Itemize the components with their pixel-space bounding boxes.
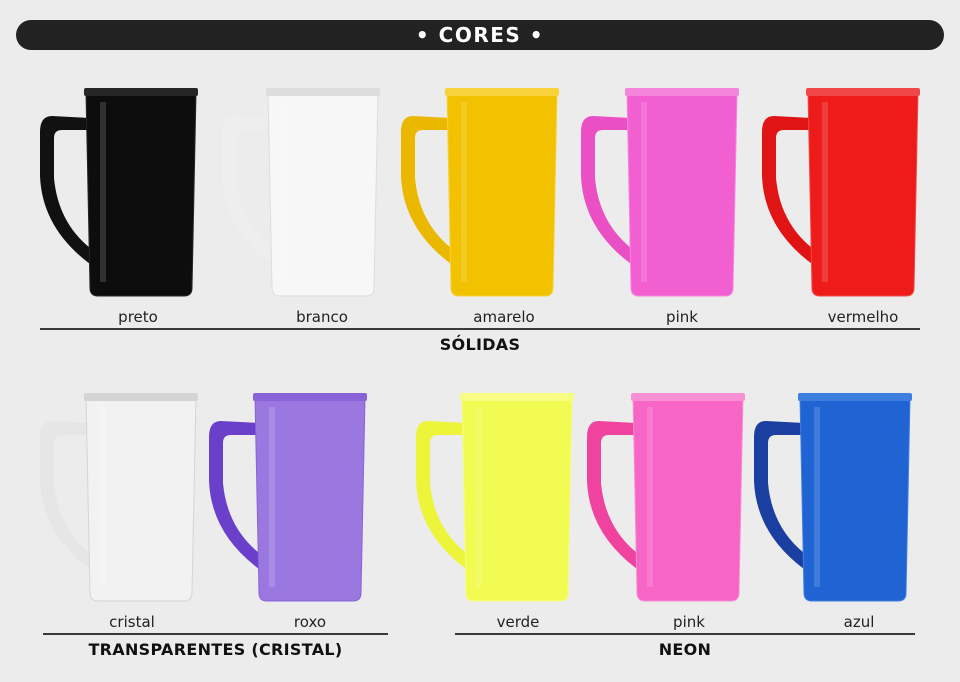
label-roxo: roxo <box>293 613 327 631</box>
mug-highlight <box>269 407 275 587</box>
mug-graphic <box>401 88 559 297</box>
mug-highlight <box>100 102 106 282</box>
mug-branco <box>220 88 382 300</box>
mug-highlight <box>822 102 828 282</box>
mug-graphic <box>40 88 198 297</box>
mug-preto <box>38 88 200 300</box>
label-preto: preto <box>118 308 158 326</box>
mug-rim <box>445 88 559 96</box>
mug-handle <box>581 116 631 264</box>
mug-handle <box>762 116 812 264</box>
mug-handle <box>587 421 637 569</box>
label-pink-solid: pink <box>666 308 698 326</box>
mug-graphic <box>754 393 912 602</box>
mug-graphic <box>762 88 920 297</box>
mug-highlight <box>282 102 288 282</box>
mug-highlight <box>814 407 820 587</box>
mug-pink-solid <box>579 88 741 300</box>
divider-solidas <box>40 328 920 330</box>
mug-graphic <box>416 393 574 602</box>
section-title-neon: NEON <box>658 640 712 659</box>
label-amarelo: amarelo <box>473 308 535 326</box>
label-vermelho: vermelho <box>827 308 899 326</box>
mug-rim <box>625 88 739 96</box>
mug-handle <box>754 421 804 569</box>
mug-highlight <box>641 102 647 282</box>
page-title: • CORES • <box>415 23 545 47</box>
mug-handle <box>416 421 466 569</box>
mug-handle <box>401 116 451 264</box>
mug-highlight <box>461 102 467 282</box>
mug-graphic <box>581 88 739 297</box>
mug-azul <box>752 393 914 605</box>
mug-vermelho <box>760 88 922 300</box>
divider-neon <box>455 633 915 635</box>
mug-rim <box>84 393 198 401</box>
label-azul: azul <box>843 613 875 631</box>
label-pink-neon: pink <box>673 613 705 631</box>
mug-rim <box>798 393 912 401</box>
label-cristal: cristal <box>109 613 155 631</box>
label-verde: verde <box>496 613 540 631</box>
section-title-solidas: SÓLIDAS <box>439 335 521 354</box>
label-branco: branco <box>296 308 348 326</box>
mug-rim <box>253 393 367 401</box>
mug-handle <box>40 421 90 569</box>
mug-amarelo <box>399 88 561 300</box>
mug-highlight <box>476 407 482 587</box>
mug-highlight <box>647 407 653 587</box>
mug-rim <box>631 393 745 401</box>
mug-handle <box>40 116 90 264</box>
divider-transparentes <box>43 633 388 635</box>
mug-graphic <box>587 393 745 602</box>
mug-rim <box>806 88 920 96</box>
mug-handle <box>222 116 272 264</box>
header-bar: • CORES • <box>16 20 944 50</box>
mug-graphic <box>40 393 198 602</box>
mug-cristal <box>38 393 200 605</box>
mug-rim <box>84 88 198 96</box>
mug-handle <box>209 421 259 569</box>
mug-graphic <box>222 88 380 297</box>
mug-rim <box>460 393 574 401</box>
section-title-transparentes: TRANSPARENTES (CRISTAL) <box>88 640 343 659</box>
mug-pink-neon <box>585 393 747 605</box>
mug-rim <box>266 88 380 96</box>
mug-graphic <box>209 393 367 602</box>
mug-verde <box>414 393 576 605</box>
mug-highlight <box>100 407 106 587</box>
mug-roxo <box>207 393 369 605</box>
